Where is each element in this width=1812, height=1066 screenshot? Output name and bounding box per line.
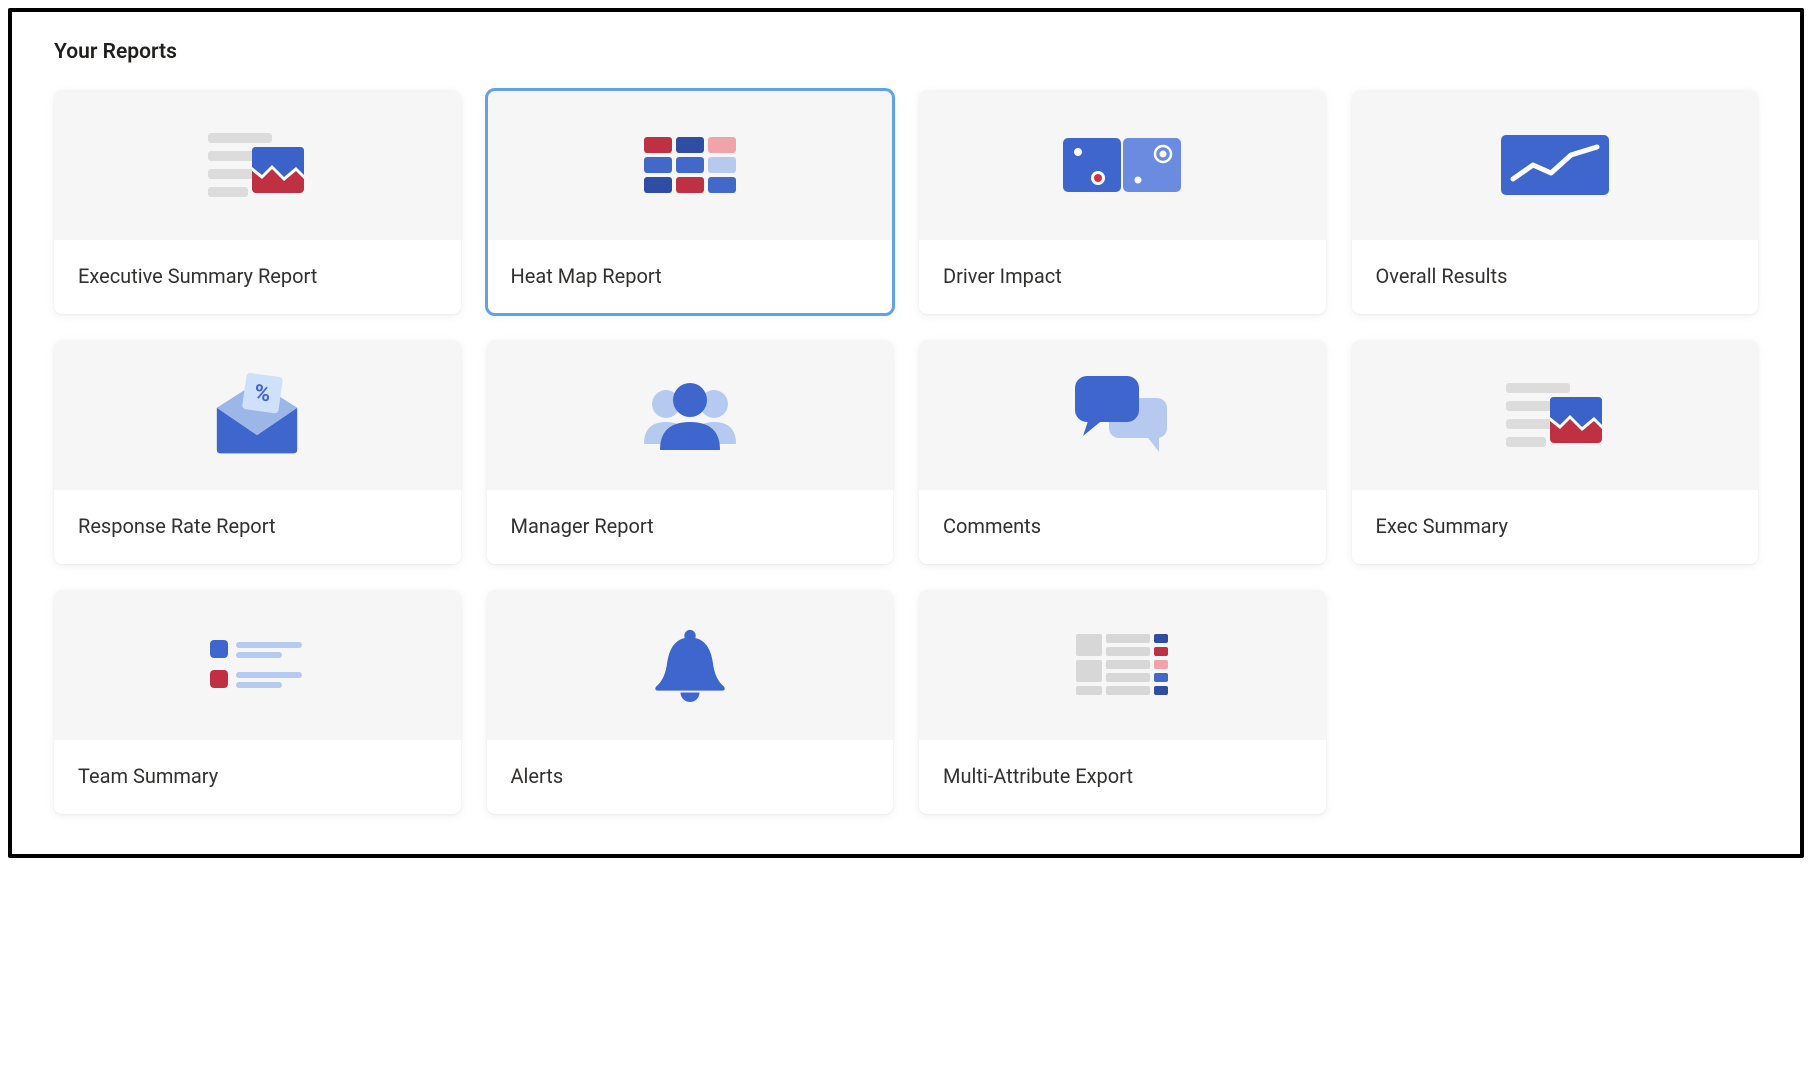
card-illustration — [1352, 340, 1759, 490]
report-card[interactable]: Multi-Attribute Export — [919, 590, 1326, 814]
report-title: Executive Summary Report — [78, 264, 437, 288]
report-title: Multi-Attribute Export — [943, 764, 1302, 788]
card-footer: Comments — [919, 490, 1326, 564]
card-illustration — [54, 340, 461, 490]
card-footer: Manager Report — [487, 490, 894, 564]
report-title: Manager Report — [511, 514, 870, 538]
report-card[interactable]: Driver Impact — [919, 90, 1326, 314]
report-title: Heat Map Report — [511, 264, 870, 288]
report-title: Response Rate Report — [78, 514, 437, 538]
card-illustration — [54, 590, 461, 740]
report-card[interactable]: Executive Summary Report — [54, 90, 461, 314]
report-card[interactable]: Heat Map Report — [487, 90, 894, 314]
report-card[interactable]: Comments — [919, 340, 1326, 564]
exec-summary-icon — [208, 133, 306, 197]
response-rate-icon — [207, 373, 307, 457]
heatmap-icon — [644, 137, 736, 193]
card-illustration — [1352, 90, 1759, 240]
report-title: Driver Impact — [943, 264, 1302, 288]
card-footer: Overall Results — [1352, 240, 1759, 314]
manager-report-icon — [640, 378, 740, 452]
card-footer: Alerts — [487, 740, 894, 814]
reports-grid: Executive Summary Report Heat Map Report D… — [54, 90, 1758, 814]
report-card[interactable]: Alerts — [487, 590, 894, 814]
report-title: Alerts — [511, 764, 870, 788]
card-footer: Executive Summary Report — [54, 240, 461, 314]
page-title: Your Reports — [54, 40, 1758, 64]
card-illustration — [919, 340, 1326, 490]
card-illustration — [487, 90, 894, 240]
card-footer: Team Summary — [54, 740, 461, 814]
report-card[interactable]: Overall Results — [1352, 90, 1759, 314]
card-footer: Heat Map Report — [487, 240, 894, 314]
card-illustration — [919, 90, 1326, 240]
report-card[interactable]: Exec Summary — [1352, 340, 1759, 564]
driver-impact-icon — [1063, 138, 1181, 192]
report-title: Overall Results — [1376, 264, 1735, 288]
card-illustration — [487, 340, 894, 490]
card-illustration — [919, 590, 1326, 740]
card-footer: Exec Summary — [1352, 490, 1759, 564]
report-title: Team Summary — [78, 764, 437, 788]
report-title: Comments — [943, 514, 1302, 538]
exec-summary-icon — [1506, 383, 1604, 447]
card-footer: Response Rate Report — [54, 490, 461, 564]
card-illustration — [487, 590, 894, 740]
overall-results-icon — [1501, 135, 1609, 195]
multi-attribute-icon — [1076, 634, 1168, 696]
team-summary-icon — [210, 640, 304, 690]
comments-icon — [1075, 376, 1169, 454]
card-footer: Multi-Attribute Export — [919, 740, 1326, 814]
card-illustration — [54, 90, 461, 240]
report-card[interactable]: Team Summary — [54, 590, 461, 814]
card-footer: Driver Impact — [919, 240, 1326, 314]
report-title: Exec Summary — [1376, 514, 1735, 538]
report-card[interactable]: Response Rate Report — [54, 340, 461, 564]
alerts-icon — [653, 628, 727, 702]
report-card[interactable]: Manager Report — [487, 340, 894, 564]
